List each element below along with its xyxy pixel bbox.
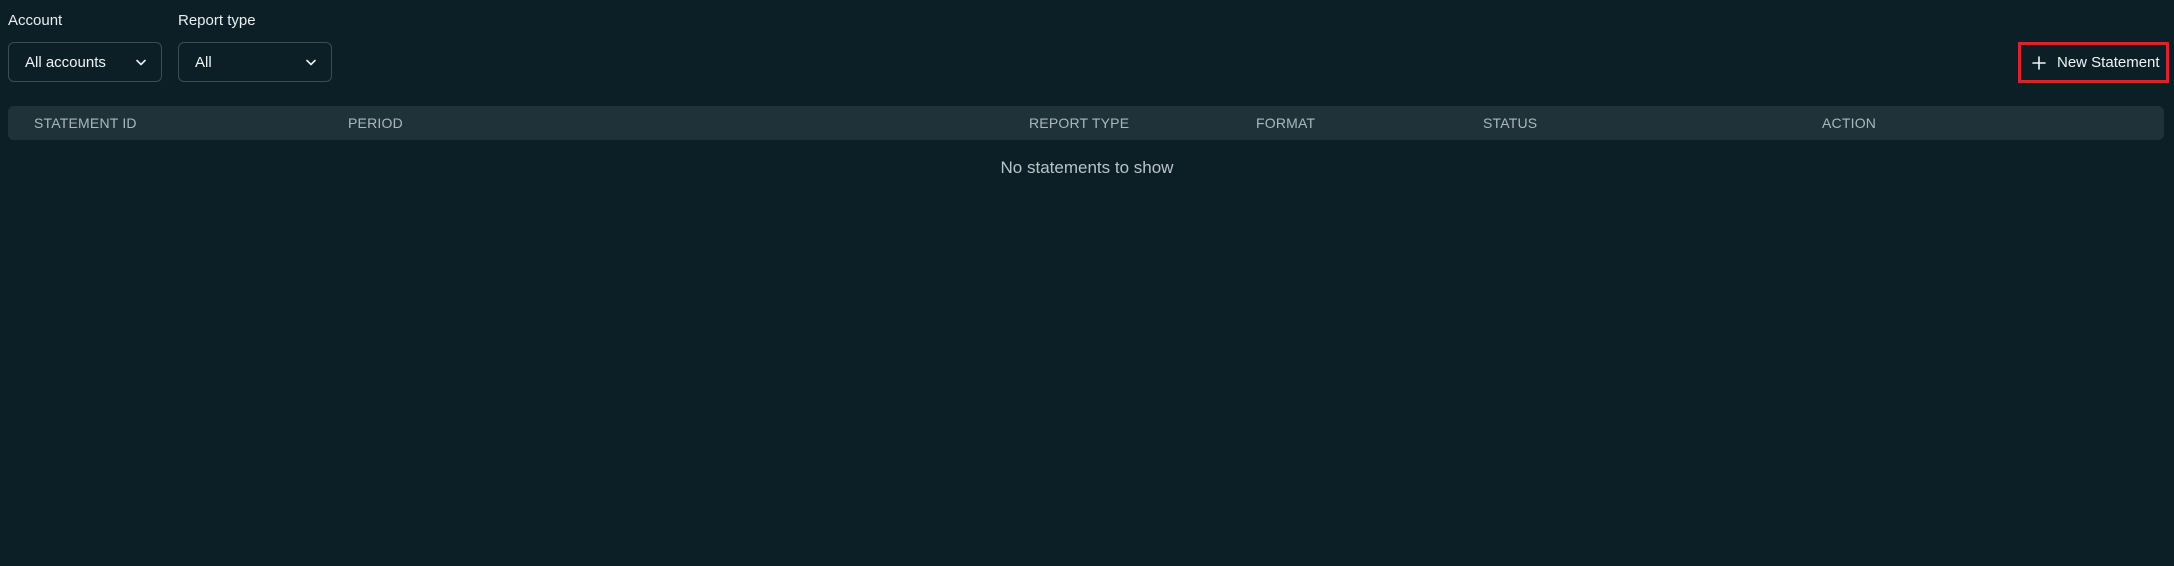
- column-header-format[interactable]: FORMAT: [1256, 106, 1315, 140]
- plus-icon: [2031, 55, 2047, 71]
- new-statement-label: New Statement: [2057, 54, 2160, 71]
- account-select[interactable]: All accounts: [8, 42, 162, 82]
- chevron-down-icon: [135, 56, 147, 68]
- account-filter-label: Account: [8, 12, 63, 29]
- column-header-action: ACTION: [1822, 115, 1877, 131]
- new-statement-button[interactable]: New Statement: [2018, 42, 2169, 83]
- column-header-status[interactable]: STATUS: [1483, 106, 1537, 140]
- column-header-statement-id[interactable]: STATEMENT ID: [34, 106, 137, 140]
- empty-state-message: No statements to show: [1000, 158, 1174, 177]
- report-type-filter: Report type: [178, 10, 256, 32]
- statements-table-header: STATEMENT ID PERIOD REPORT TYPE FORMAT S…: [8, 106, 2164, 140]
- column-header-period[interactable]: PERIOD: [348, 106, 403, 140]
- report-type-filter-label: Report type: [178, 12, 256, 29]
- report-type-select-value: All: [195, 53, 212, 71]
- account-filter: Account: [8, 10, 62, 32]
- report-type-select[interactable]: All: [178, 42, 332, 82]
- column-header-report-type[interactable]: REPORT TYPE: [1029, 106, 1129, 140]
- chevron-down-icon: [305, 56, 317, 68]
- statements-page: Account All accounts Report type All New…: [0, 0, 2174, 566]
- account-select-value: All accounts: [25, 53, 106, 71]
